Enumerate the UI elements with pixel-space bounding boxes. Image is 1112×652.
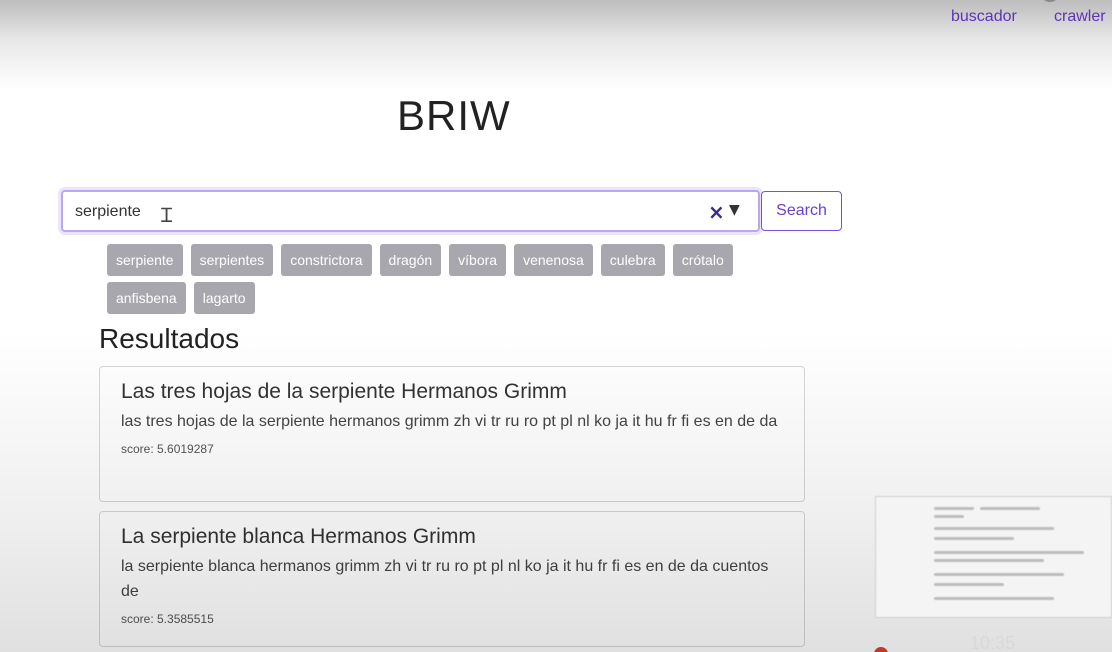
nav-link-crawler[interactable]: crawler bbox=[1054, 8, 1106, 26]
tag-venenosa[interactable]: venenosa bbox=[514, 244, 593, 276]
tag-lagarto[interactable]: lagarto bbox=[193, 282, 255, 314]
page-title: BRIW bbox=[397, 92, 511, 139]
tag-culebra[interactable]: culebra bbox=[600, 244, 665, 276]
record-indicator-icon bbox=[874, 647, 888, 652]
preview-thumbnail bbox=[875, 496, 1112, 618]
result-score: score: 5.3585515 bbox=[121, 612, 214, 626]
result-score: score: 5.6019287 bbox=[121, 442, 214, 456]
result-card: La serpiente blanca Hermanos Grimm la se… bbox=[99, 511, 805, 647]
tag-crotalo[interactable]: crótalo bbox=[672, 244, 733, 276]
tag-dragon[interactable]: dragón bbox=[379, 244, 442, 276]
text-cursor-icon: Ɪ bbox=[161, 203, 173, 227]
result-title[interactable]: La serpiente blanca Hermanos Grimm bbox=[121, 524, 783, 550]
result-card: Las tres hojas de la serpiente Hermanos … bbox=[99, 366, 805, 502]
result-snippet: las tres hojas de la serpiente hermanos … bbox=[121, 413, 778, 430]
clock: 10:35 bbox=[970, 633, 1016, 652]
tag-serpiente[interactable]: serpiente bbox=[107, 244, 183, 276]
tag-serpientes[interactable]: serpientes bbox=[190, 244, 274, 276]
result-snippet: la serpiente blanca hermanos grimm zh vi… bbox=[121, 558, 769, 600]
result-title[interactable]: Las tres hojas de la serpiente Hermanos … bbox=[121, 379, 783, 405]
nav-link-buscador[interactable]: buscador bbox=[951, 8, 1017, 26]
chevron-down-icon[interactable]: ▼ bbox=[729, 202, 740, 218]
search-combobox[interactable]: Ɪ × ▼ bbox=[61, 190, 760, 232]
clear-icon[interactable]: × bbox=[708, 200, 725, 224]
top-shade bbox=[0, 0, 1112, 90]
tag-anfisbena[interactable]: anfisbena bbox=[107, 282, 186, 314]
suggestion-tags: serpiente serpientes constrictora dragón… bbox=[107, 244, 787, 314]
avatar[interactable] bbox=[1040, 0, 1060, 2]
results-heading: Resultados bbox=[99, 323, 240, 354]
tag-constrictora[interactable]: constrictora bbox=[281, 244, 372, 276]
tag-vibora[interactable]: víbora bbox=[449, 244, 507, 276]
search-button[interactable]: Search bbox=[761, 191, 842, 231]
